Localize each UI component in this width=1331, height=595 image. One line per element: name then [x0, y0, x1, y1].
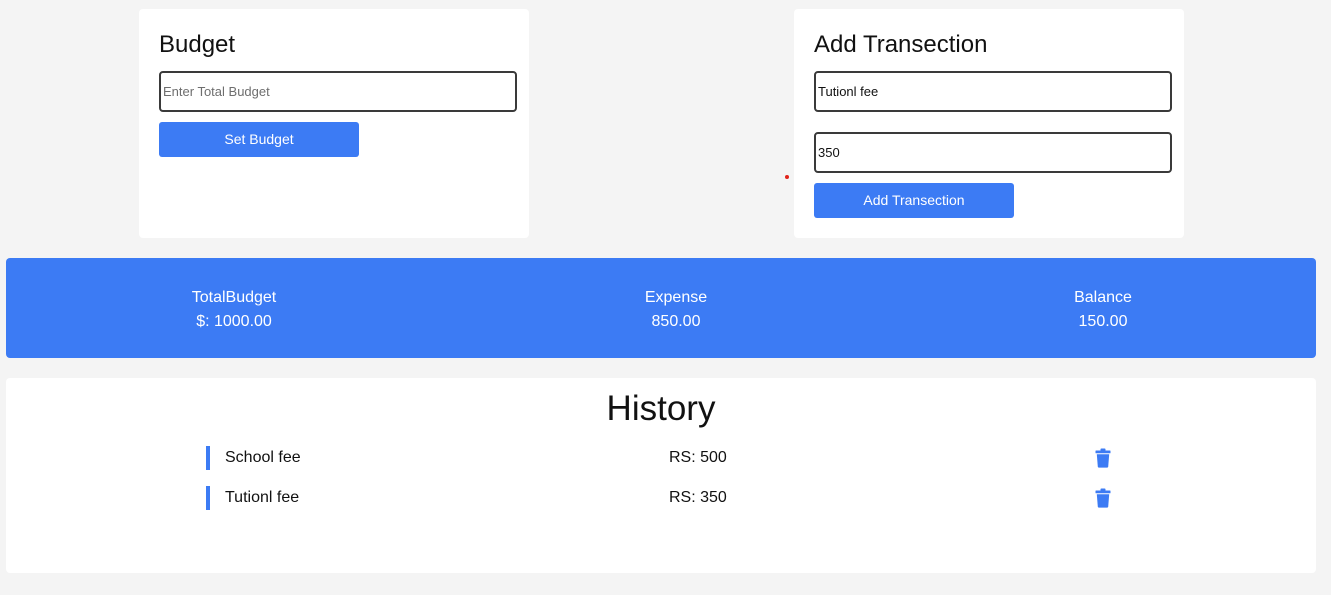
balance-value: 150.00: [1078, 313, 1128, 330]
summary-total-budget: TotalBudget $: 1000.00: [114, 286, 354, 334]
summary-balance: Balance 150.00: [983, 286, 1223, 334]
transaction-name-input[interactable]: [814, 71, 1172, 112]
add-transaction-card: Add Transection Add Transection: [794, 9, 1184, 238]
trash-icon[interactable]: [1095, 488, 1111, 508]
summary-expense: Expense 850.00: [556, 286, 796, 334]
history-item-name: School fee: [225, 449, 301, 466]
set-budget-button[interactable]: Set Budget: [159, 122, 359, 157]
history-item-amount: RS: 350: [669, 489, 727, 506]
add-transaction-button[interactable]: Add Transection: [814, 183, 1014, 218]
total-budget-input[interactable]: [159, 71, 517, 112]
total-budget-value: $: 1000.00: [196, 313, 272, 330]
balance-label: Balance: [1074, 289, 1132, 306]
budget-card: Budget Set Budget: [139, 9, 529, 238]
summary-bar: TotalBudget $: 1000.00 Expense 850.00 Ba…: [6, 258, 1316, 358]
history-item: School fee RS: 500: [206, 446, 1116, 470]
transaction-amount-input[interactable]: [814, 132, 1172, 173]
history-item-amount: RS: 500: [669, 449, 727, 466]
history-title: History: [606, 389, 716, 428]
red-dot-marker: [785, 175, 789, 179]
trash-icon[interactable]: [1095, 448, 1111, 468]
history-item-name: Tutionl fee: [225, 489, 300, 506]
add-transaction-title: Add Transection: [814, 31, 988, 58]
history-card: History School fee RS: 500 Tutionl fee R…: [6, 378, 1316, 573]
history-item-marker: [206, 486, 210, 510]
budget-title: Budget: [159, 31, 236, 58]
history-item-marker: [206, 446, 210, 470]
history-item: Tutionl fee RS: 350: [206, 486, 1116, 510]
total-budget-label: TotalBudget: [191, 289, 277, 306]
expense-label: Expense: [644, 289, 708, 306]
expense-value: 850.00: [651, 313, 701, 330]
